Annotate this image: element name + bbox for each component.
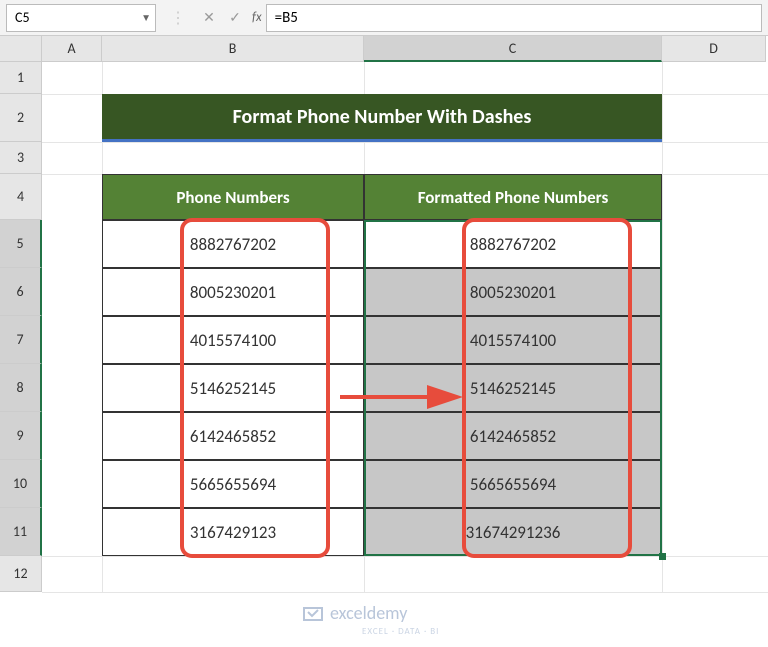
cell-C11[interactable]: 31674291236 bbox=[364, 508, 662, 556]
logo-icon bbox=[302, 602, 324, 624]
table-row: 5146252145 5146252145 bbox=[102, 364, 662, 412]
cell-B11[interactable]: 3167429123 bbox=[102, 508, 364, 556]
fx-icon[interactable]: fx bbox=[248, 10, 266, 25]
watermark-tagline: EXCEL · DATA · BI bbox=[362, 626, 439, 637]
table-row: 8005230201 8005230201 bbox=[102, 268, 662, 316]
cell-C6[interactable]: 8005230201 bbox=[364, 268, 662, 316]
table-row: 5665655694 5665655694 bbox=[102, 460, 662, 508]
cell-C8[interactable]: 5146252145 bbox=[364, 364, 662, 412]
column-headers-row: A B C D bbox=[0, 36, 768, 62]
cell-B10[interactable]: 5665655694 bbox=[102, 460, 364, 508]
row-header-11[interactable]: 11 bbox=[0, 508, 42, 556]
row-header-2[interactable]: 2 bbox=[0, 94, 42, 142]
cell-B5[interactable]: 8882767202 bbox=[102, 220, 364, 268]
row-headers: 1 2 3 4 5 6 7 8 9 10 11 12 bbox=[0, 62, 42, 592]
row-header-10[interactable]: 10 bbox=[0, 460, 42, 508]
row-header-4[interactable]: 4 bbox=[0, 174, 42, 220]
table-row: 8882767202 8882767202 bbox=[102, 220, 662, 268]
cell-C10[interactable]: 5665655694 bbox=[364, 460, 662, 508]
row-header-6[interactable]: 6 bbox=[0, 268, 42, 316]
formula-input[interactable]: =B5 bbox=[266, 4, 762, 32]
formula-bar: C5 ▼ ⋮ ✕ ✓ fx =B5 bbox=[0, 0, 768, 36]
cell-B8[interactable]: 5146252145 bbox=[102, 364, 364, 412]
col-header-A[interactable]: A bbox=[42, 36, 102, 62]
header-formatted[interactable]: Formatted Phone Numbers bbox=[364, 174, 662, 220]
cancel-icon[interactable]: ✕ bbox=[196, 9, 222, 26]
row-header-12[interactable]: 12 bbox=[0, 556, 42, 592]
table-header-row: Phone Numbers Formatted Phone Numbers bbox=[102, 174, 662, 220]
data-table: Phone Numbers Formatted Phone Numbers 88… bbox=[102, 174, 662, 556]
cell-C5[interactable]: 8882767202 bbox=[364, 220, 662, 268]
cell-B7[interactable]: 4015574100 bbox=[102, 316, 364, 364]
table-row: 3167429123 31674291236 bbox=[102, 508, 662, 556]
cells-area[interactable]: Format Phone Number With Dashes Phone Nu… bbox=[42, 62, 768, 592]
cell-B9[interactable]: 6142465852 bbox=[102, 412, 364, 460]
col-header-C[interactable]: C bbox=[364, 36, 662, 62]
table-row: 4015574100 4015574100 bbox=[102, 316, 662, 364]
title-cell[interactable]: Format Phone Number With Dashes bbox=[102, 94, 662, 142]
confirm-icon[interactable]: ✓ bbox=[222, 9, 248, 26]
watermark-text: exceldemy bbox=[330, 602, 407, 624]
col-header-B[interactable]: B bbox=[102, 36, 364, 62]
select-all-corner[interactable] bbox=[0, 36, 42, 62]
name-box-value: C5 bbox=[15, 9, 30, 26]
header-phone-numbers[interactable]: Phone Numbers bbox=[102, 174, 364, 220]
separator: ⋮ bbox=[160, 8, 196, 28]
row-header-7[interactable]: 7 bbox=[0, 316, 42, 364]
table-row: 6142465852 6142465852 bbox=[102, 412, 662, 460]
grid-body: 1 2 3 4 5 6 7 8 9 10 11 12 Format Phone … bbox=[0, 62, 768, 592]
col-header-D[interactable]: D bbox=[662, 36, 766, 62]
row-header-1[interactable]: 1 bbox=[0, 62, 42, 94]
row-header-9[interactable]: 9 bbox=[0, 412, 42, 460]
cell-C9[interactable]: 6142465852 bbox=[364, 412, 662, 460]
row-header-8[interactable]: 8 bbox=[0, 364, 42, 412]
cell-C7[interactable]: 4015574100 bbox=[364, 316, 662, 364]
name-box[interactable]: C5 ▼ bbox=[6, 4, 156, 32]
dropdown-icon[interactable]: ▼ bbox=[141, 11, 151, 24]
formula-value: =B5 bbox=[275, 9, 298, 27]
watermark: exceldemy bbox=[302, 602, 407, 624]
cell-B6[interactable]: 8005230201 bbox=[102, 268, 364, 316]
row-header-5[interactable]: 5 bbox=[0, 220, 42, 268]
fill-handle[interactable] bbox=[659, 553, 666, 560]
row-header-3[interactable]: 3 bbox=[0, 142, 42, 174]
